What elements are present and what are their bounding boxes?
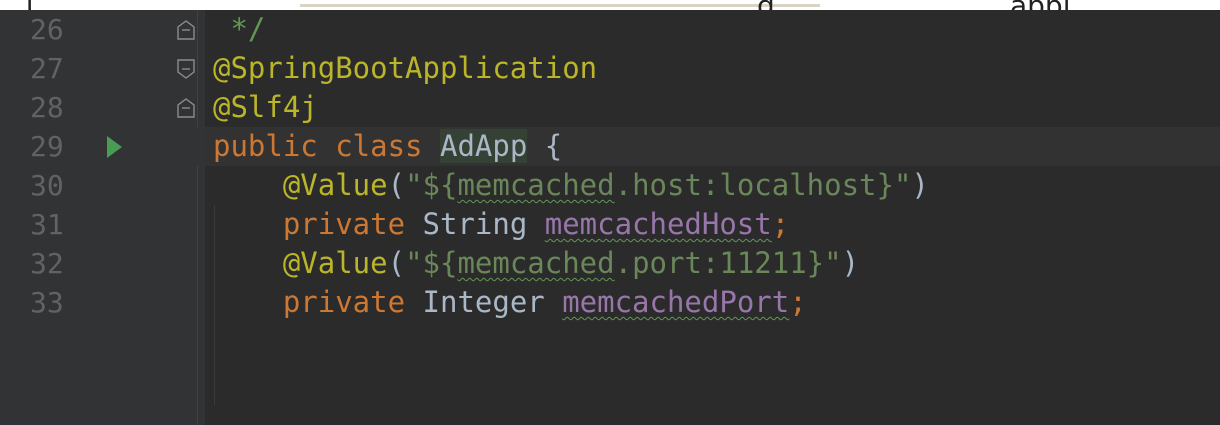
code-token: public class	[213, 129, 440, 163]
code-text[interactable]: */	[213, 10, 265, 49]
code-line-29[interactable]: 29 public class AdApp {	[0, 127, 1220, 166]
code-line-27[interactable]: 27 @SpringBootApplication	[0, 49, 1220, 88]
line-number: 31	[30, 208, 64, 241]
code-line-31[interactable]: 31 private String memcachedHost;	[0, 205, 1220, 244]
code-token: "${	[405, 246, 458, 280]
code-text[interactable]: @Value("${memcached.host:localhost}")	[213, 166, 929, 205]
code-token: (	[387, 168, 406, 202]
code-token: memcachedHost	[544, 207, 772, 241]
code-token: memcached	[457, 246, 615, 280]
code-token: .port:11211}"	[614, 246, 842, 280]
fold-end-icon[interactable]	[176, 97, 196, 119]
code-token: "${	[405, 168, 458, 202]
fold-start-icon[interactable]	[176, 58, 196, 80]
code-token: @Value	[282, 168, 388, 202]
line-number: 33	[30, 286, 64, 319]
code-token: memcachedPort	[562, 285, 790, 319]
code-token: )	[911, 168, 929, 202]
code-token: */	[213, 12, 266, 46]
code-token: )	[841, 246, 860, 280]
line-number: 26	[30, 13, 64, 46]
code-token: Integer	[422, 285, 563, 319]
window-top-edge: , j g appj	[0, 0, 1220, 10]
code-token: (	[387, 246, 406, 280]
indent-guide	[214, 205, 215, 405]
code-line-33[interactable]: 33 private Integer memcachedPort;	[0, 283, 1220, 322]
code-line-26[interactable]: 26 */	[0, 10, 1220, 49]
code-line-32[interactable]: 32 @Value("${memcached.port:11211}")	[0, 244, 1220, 283]
code-text[interactable]: private String memcachedHost;	[213, 205, 789, 244]
line-number: 30	[30, 169, 64, 202]
code-text[interactable]: @SpringBootApplication	[213, 49, 597, 88]
code-token: AdApp	[439, 129, 528, 163]
line-number: 28	[30, 91, 64, 124]
code-token: private	[282, 285, 423, 319]
line-number: 29	[30, 130, 64, 163]
code-token: String	[422, 207, 545, 241]
code-text[interactable]: @Value("${memcached.port:11211}")	[213, 244, 859, 283]
fold-end-icon[interactable]	[176, 19, 196, 41]
code-token: {	[527, 129, 563, 163]
code-text[interactable]: public class AdApp {	[213, 127, 562, 166]
cropped-text-right: appj	[1010, 0, 1070, 10]
code-token: private	[282, 207, 423, 241]
run-icon[interactable]	[107, 136, 122, 158]
code-token: @Value	[282, 246, 388, 280]
code-token: @Slf4j	[213, 90, 318, 124]
cropped-text-left: , j	[8, 0, 34, 10]
code-token: memcached	[457, 168, 615, 202]
line-number: 32	[30, 247, 64, 280]
code-text[interactable]: @Slf4j	[213, 88, 318, 127]
code-line-28[interactable]: 28 @Slf4j	[0, 88, 1220, 127]
cropped-text-mid: g	[757, 0, 775, 10]
code-text[interactable]: private Integer memcachedPort;	[213, 283, 807, 322]
code-token: .host:localhost}"	[614, 168, 912, 202]
code-token: ;	[789, 285, 807, 319]
code-line-30[interactable]: 30 @Value("${memcached.host:localhost}")	[0, 166, 1220, 205]
code-editor[interactable]: , j g appj 26 */27@SpringBootApplication…	[0, 0, 1220, 425]
cropped-tab-bar	[300, 4, 820, 7]
code-token: @SpringBootApplication	[213, 51, 598, 85]
line-number: 27	[30, 52, 64, 85]
code-token: ;	[771, 207, 790, 241]
